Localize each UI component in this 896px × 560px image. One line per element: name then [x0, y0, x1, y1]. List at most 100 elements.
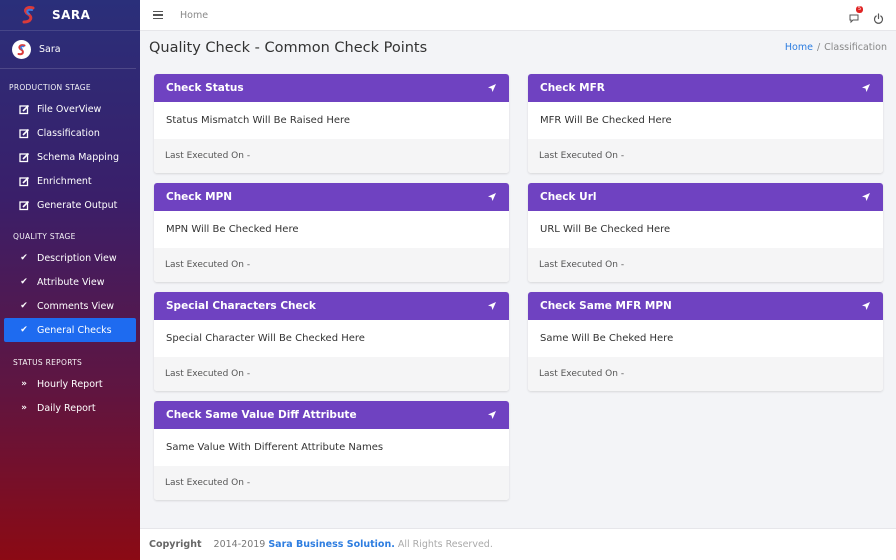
sidebar-item-label: General Checks	[37, 324, 112, 336]
sidebar-item-attribute-view[interactable]: ✔ Attribute View	[4, 270, 136, 294]
card-title: Special Characters Check	[166, 300, 316, 312]
avatar	[12, 40, 31, 59]
sidebar-item-generate-output[interactable]: Generate Output	[4, 193, 136, 217]
sidebar-item-label: Comments View	[37, 300, 115, 312]
send-icon[interactable]	[861, 83, 871, 93]
notification-badge: 5	[856, 6, 864, 13]
sidebar-item-schema-mapping[interactable]: Schema Mapping	[4, 145, 136, 169]
sidebar-item-label: File OverView	[37, 103, 102, 115]
check-card: Check Status Status Mismatch Will Be Rai…	[154, 74, 509, 173]
menu-toggle-icon[interactable]	[153, 10, 163, 20]
sidebar-item-label: Classification	[37, 127, 100, 139]
power-icon[interactable]	[873, 13, 884, 24]
card-footer: Last Executed On -	[154, 466, 509, 500]
angle-double-right-icon: »	[21, 403, 27, 413]
card-footer: Last Executed On -	[528, 248, 883, 282]
breadcrumb-current: Classification	[824, 42, 887, 53]
check-card: Check Same Value Diff Attribute Same Val…	[154, 401, 509, 500]
sidebar-item-label: Daily Report	[37, 402, 96, 414]
card-title: Check MFR	[540, 82, 605, 94]
topbar-home-link[interactable]: Home	[180, 10, 208, 21]
card-title: Check Url	[540, 191, 597, 203]
check-double-icon: ✔	[20, 277, 28, 287]
check-card: Special Characters Check Special Charact…	[154, 292, 509, 391]
sidebar-item-label: Generate Output	[37, 199, 118, 211]
section-title-quality: QUALITY STAGE	[13, 232, 76, 241]
send-icon[interactable]	[487, 301, 497, 311]
sidebar-item-classification[interactable]: Classification	[4, 121, 136, 145]
user-avatar-icon	[14, 42, 29, 57]
footer-company-link[interactable]: Sara Business Solution.	[268, 539, 394, 550]
page-footer: Copyright 2014-2019 Sara Business Soluti…	[140, 528, 896, 560]
send-icon[interactable]	[487, 192, 497, 202]
check-card: Check Url URL Will Be Checked Here Last …	[528, 183, 883, 282]
topbar: Home 5	[140, 0, 896, 31]
card-footer: Last Executed On -	[528, 139, 883, 173]
notification-button[interactable]: 5	[849, 6, 864, 28]
card-header[interactable]: Check MPN	[154, 183, 509, 211]
send-icon[interactable]	[487, 83, 497, 93]
brand-name: SARA	[52, 8, 91, 22]
card-body: MFR Will Be Checked Here	[540, 115, 672, 126]
card-title: Check MPN	[166, 191, 233, 203]
sidebar-item-label: Hourly Report	[37, 378, 103, 390]
breadcrumb-home-link[interactable]: Home	[785, 42, 813, 53]
angle-double-right-icon: »	[21, 379, 27, 389]
card-title: Check Status	[166, 82, 244, 94]
card-body: Status Mismatch Will Be Raised Here	[166, 115, 351, 126]
card-header[interactable]: Check Same Value Diff Attribute	[154, 401, 509, 429]
section-title-production: PRODUCTION STAGE	[9, 83, 91, 92]
edit-icon	[18, 151, 30, 163]
card-footer: Last Executed On -	[154, 357, 509, 391]
card-footer: Last Executed On -	[154, 139, 509, 173]
sidebar-item-label: Schema Mapping	[37, 151, 119, 163]
sidebar-item-hourly-report[interactable]: » Hourly Report	[4, 372, 136, 396]
chat-icon	[849, 14, 859, 24]
topbar-actions: 5	[849, 6, 884, 28]
card-body: Same Value With Different Attribute Name…	[166, 442, 384, 453]
card-header[interactable]: Special Characters Check	[154, 292, 509, 320]
sidebar-item-description-view[interactable]: ✔ Description View	[4, 246, 136, 270]
card-title: Check Same Value Diff Attribute	[166, 409, 357, 421]
check-card: Check MPN MPN Will Be Checked Here Last …	[154, 183, 509, 282]
send-icon[interactable]	[487, 410, 497, 420]
sidebar-item-comments-view[interactable]: ✔ Comments View	[4, 294, 136, 318]
sidebar: SARA Sara PRODUCTION STAGE File OverView…	[0, 0, 140, 560]
check-double-icon: ✔	[20, 253, 28, 263]
send-icon[interactable]	[861, 301, 871, 311]
sidebar-item-enrichment[interactable]: Enrichment	[4, 169, 136, 193]
card-header[interactable]: Check Status	[154, 74, 509, 102]
check-double-icon: ✔	[20, 301, 28, 311]
sidebar-item-label: Enrichment	[37, 175, 92, 187]
check-card: Check Same MFR MPN Same Will Be Cheked H…	[528, 292, 883, 391]
edit-icon	[18, 175, 30, 187]
section-title-status-reports: STATUS REPORTS	[13, 358, 83, 367]
sidebar-item-daily-report[interactable]: » Daily Report	[4, 396, 136, 420]
sidebar-item-general-checks[interactable]: ✔ General Checks	[4, 318, 136, 342]
brand-logo-icon	[22, 6, 35, 24]
footer-rights: All Rights Reserved.	[397, 539, 493, 550]
page-title: Quality Check - Common Check Points	[149, 40, 428, 56]
card-header[interactable]: Check MFR	[528, 74, 883, 102]
edit-icon	[18, 127, 30, 139]
card-body: Same Will Be Cheked Here	[540, 333, 674, 344]
brand[interactable]: SARA	[0, 0, 140, 31]
sidebar-item-label: Attribute View	[37, 276, 105, 288]
edit-icon	[18, 199, 30, 211]
check-double-icon: ✔	[20, 325, 28, 335]
card-body: URL Will Be Checked Here	[540, 224, 671, 235]
breadcrumb: Home / Classification	[785, 42, 887, 53]
user-name: Sara	[39, 44, 61, 55]
card-header[interactable]: Check Same MFR MPN	[528, 292, 883, 320]
send-icon[interactable]	[861, 192, 871, 202]
footer-years: 2014-2019	[213, 539, 266, 550]
card-footer: Last Executed On -	[154, 248, 509, 282]
card-body: MPN Will Be Checked Here	[166, 224, 299, 235]
sidebar-item-file-overview[interactable]: File OverView	[4, 97, 136, 121]
user-panel[interactable]: Sara	[0, 31, 136, 69]
card-title: Check Same MFR MPN	[540, 300, 672, 312]
edit-icon	[18, 103, 30, 115]
card-body: Special Character Will Be Checked Here	[166, 333, 365, 344]
card-header[interactable]: Check Url	[528, 183, 883, 211]
breadcrumb-separator: /	[816, 42, 821, 53]
